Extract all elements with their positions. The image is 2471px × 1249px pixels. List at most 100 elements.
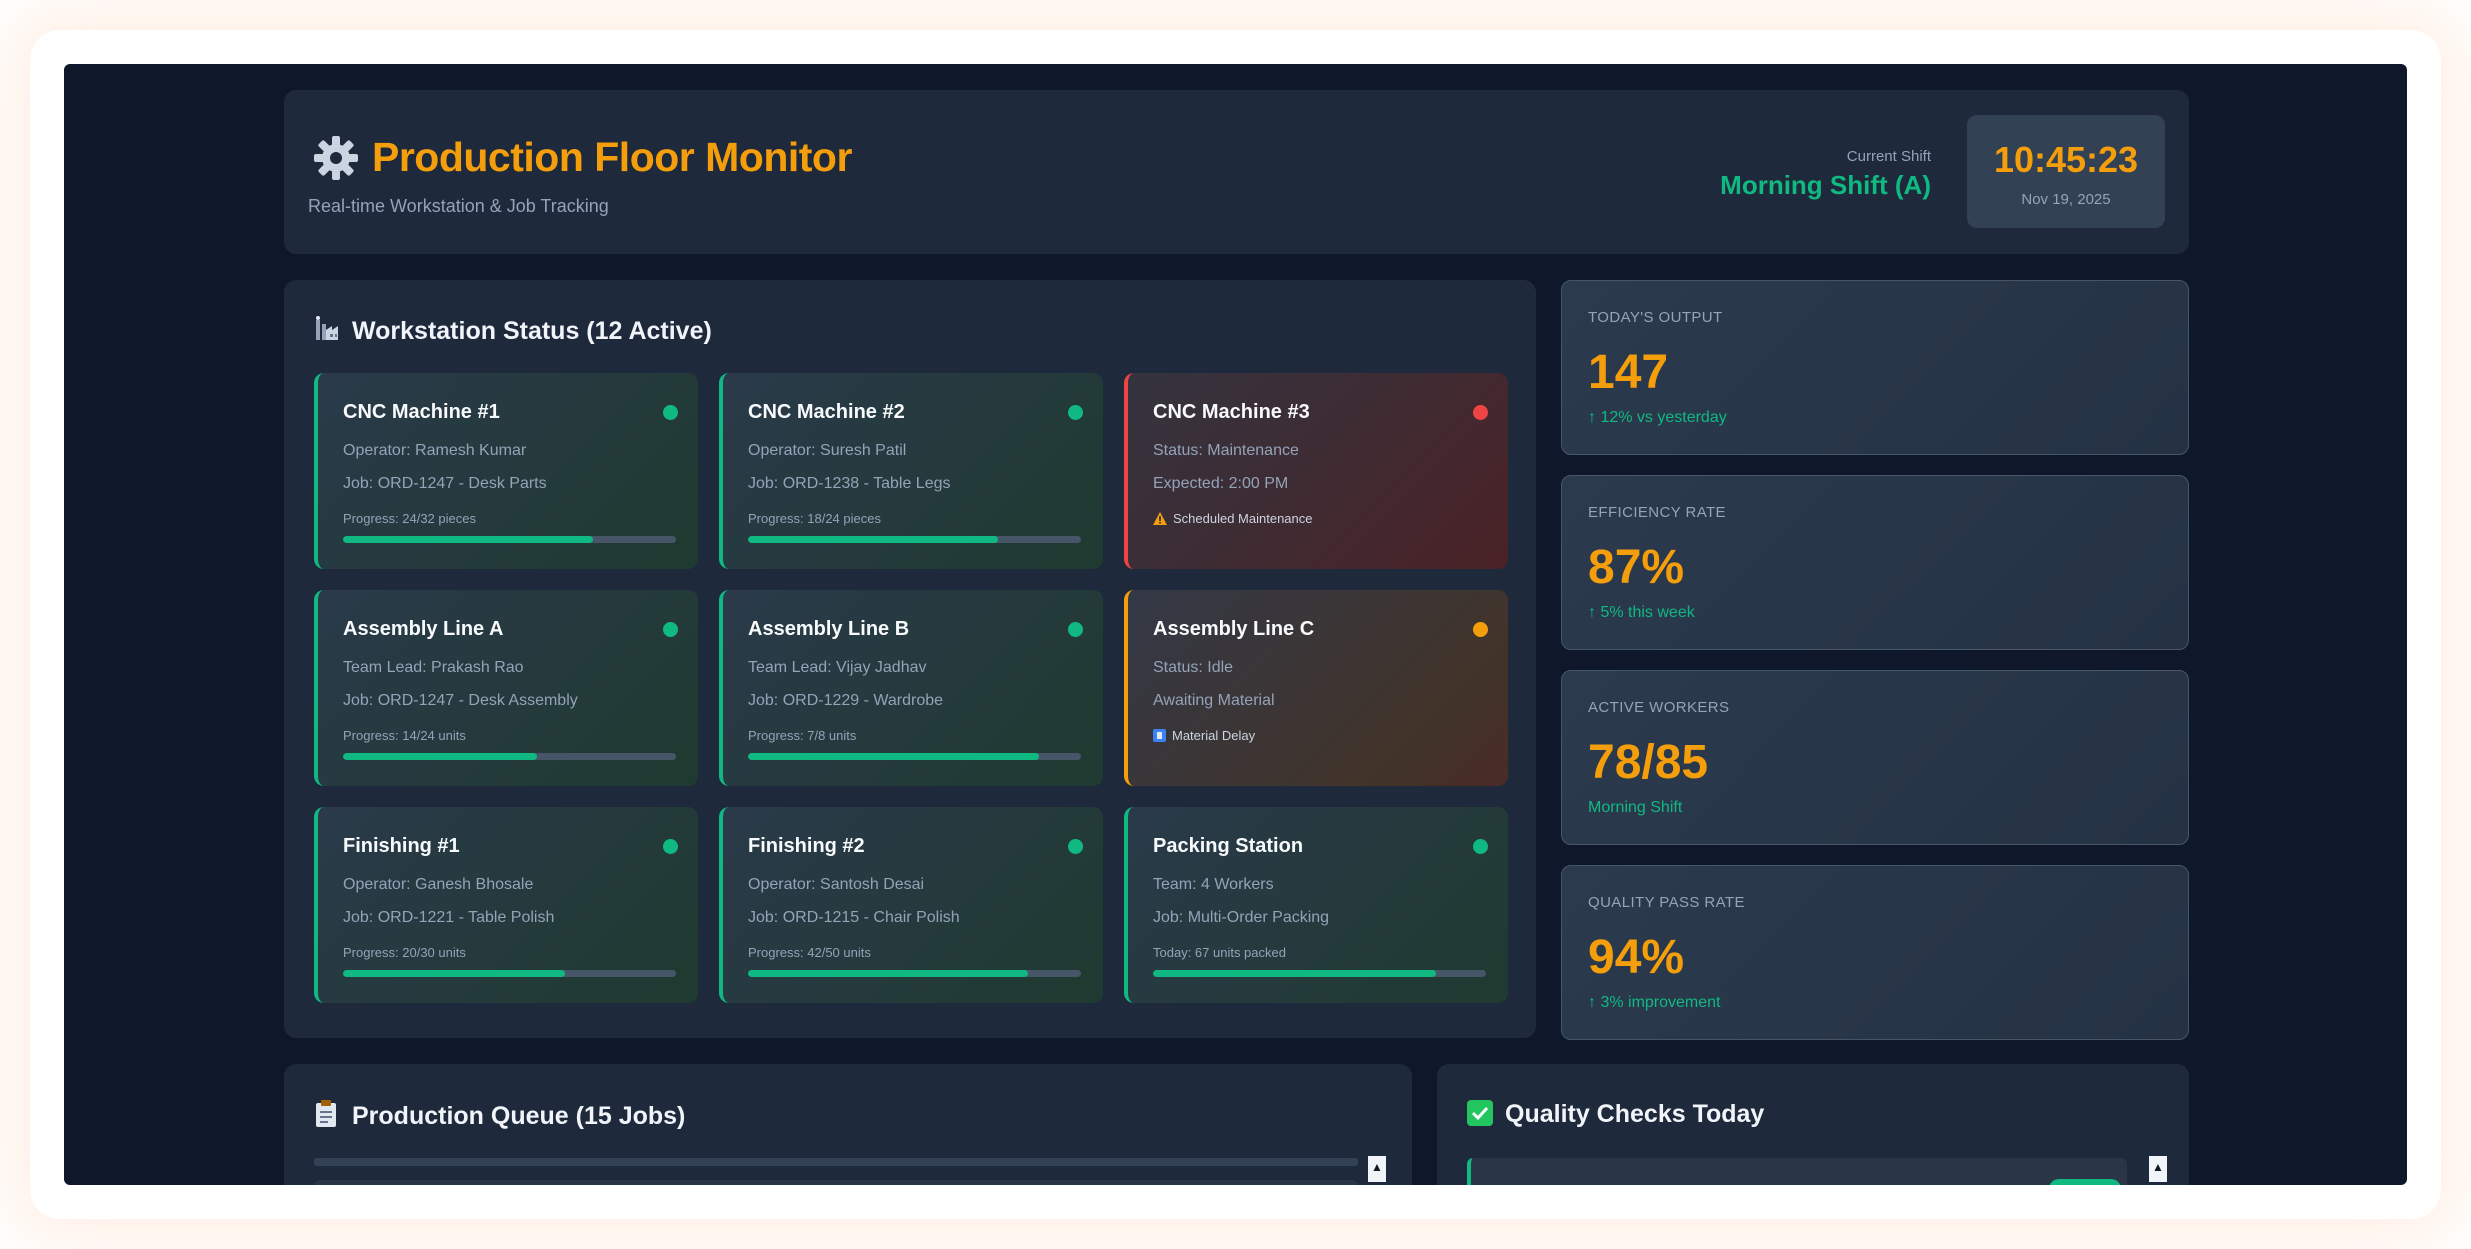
queue-scroll-up[interactable]: ▲ bbox=[1368, 1156, 1386, 1182]
workstation-job: Job: ORD-1247 - Desk Parts bbox=[343, 475, 547, 492]
workstation-panel: Workstation Status (12 Active) CNC Machi… bbox=[284, 280, 1536, 1038]
stat-value: 147 bbox=[1588, 346, 1669, 399]
status-indicator bbox=[1068, 839, 1083, 854]
progress-label: Progress: 18/24 pieces bbox=[748, 511, 881, 526]
progress-label: Progress: 20/30 units bbox=[343, 945, 466, 960]
status-indicator bbox=[663, 622, 678, 637]
progress-bar bbox=[748, 536, 1081, 543]
progress-bar bbox=[343, 536, 676, 543]
progress-bar bbox=[1153, 970, 1486, 977]
stat-card: ACTIVE WORKERS 78/85 Morning Shift bbox=[1561, 670, 2189, 845]
status-indicator bbox=[1068, 405, 1083, 420]
gear-icon bbox=[314, 136, 358, 180]
shift-name: Morning Shift (A) bbox=[1720, 170, 1931, 200]
quality-checks-panel: Quality Checks Today ▲ bbox=[1437, 1064, 2189, 1185]
status-indicator bbox=[663, 405, 678, 420]
quality-check-item[interactable] bbox=[1467, 1158, 2127, 1185]
shift-label: Current Shift bbox=[1846, 148, 1931, 165]
workstation-alert-text: Material Delay bbox=[1172, 728, 1256, 743]
workstation-alert-text: Scheduled Maintenance bbox=[1173, 511, 1313, 526]
quality-checks-title-text: Quality Checks Today bbox=[1505, 1100, 1765, 1128]
progress-bar bbox=[343, 970, 676, 977]
workstation-alert: Material Delay bbox=[1153, 728, 1255, 743]
header: Production Floor Monitor Real-time Works… bbox=[284, 90, 2189, 254]
quality-checks-title: Quality Checks Today bbox=[1467, 1100, 1764, 1129]
progress-label: Progress: 14/24 units bbox=[343, 728, 466, 743]
progress-fill bbox=[748, 536, 998, 543]
stat-label: ACTIVE WORKERS bbox=[1588, 699, 1730, 716]
stat-value: 94% bbox=[1588, 931, 1685, 984]
workstation-card[interactable]: Assembly Line A Team Lead: Prakash Rao Job… bbox=[314, 590, 698, 786]
stat-trend: ↑ 5% this week bbox=[1588, 604, 1695, 621]
workstation-job: Job: ORD-1215 - Chair Polish bbox=[748, 909, 960, 926]
workstation-card[interactable]: Assembly Line B Team Lead: Vijay Jadhav Jo… bbox=[719, 590, 1103, 786]
clipboard-icon bbox=[314, 1100, 346, 1131]
progress-fill bbox=[1153, 970, 1437, 977]
workstation-job: Job: ORD-1238 - Table Legs bbox=[748, 475, 951, 492]
progress-bar bbox=[343, 753, 676, 760]
stat-trend: ↑ 3% improvement bbox=[1588, 994, 1721, 1011]
workstation-name: Finishing #1 bbox=[343, 835, 460, 857]
progress-fill bbox=[343, 970, 566, 977]
queue-row[interactable] bbox=[314, 1180, 1358, 1185]
app-frame: Production Floor Monitor Real-time Works… bbox=[64, 64, 2407, 1185]
workstation-card[interactable]: Finishing #1 Operator: Ganesh Bhosale Job:… bbox=[314, 807, 698, 1003]
workstation-detail: Team Lead: Prakash Rao bbox=[343, 659, 524, 676]
queue-header-row bbox=[314, 1158, 1358, 1166]
status-indicator bbox=[1068, 622, 1083, 637]
stat-label: EFFICIENCY RATE bbox=[1588, 504, 1726, 521]
stat-card: EFFICIENCY RATE 87% ↑ 5% this week bbox=[1561, 475, 2189, 650]
workstation-alert: Scheduled Maintenance bbox=[1153, 511, 1313, 526]
workstation-job: Job: ORD-1247 - Desk Assembly bbox=[343, 692, 578, 709]
quality-scroll-up[interactable]: ▲ bbox=[2149, 1156, 2167, 1182]
workstation-detail: Status: Idle bbox=[1153, 659, 1234, 676]
box-icon bbox=[1153, 728, 1166, 743]
progress-label: Progress: 42/50 units bbox=[748, 945, 871, 960]
factory-icon bbox=[314, 316, 346, 346]
workstation-name: Assembly Line C bbox=[1153, 618, 1315, 640]
page-subtitle: Real-time Workstation & Job Tracking bbox=[308, 196, 609, 216]
checkbox-icon bbox=[1467, 1100, 1499, 1129]
progress-fill bbox=[343, 753, 538, 760]
progress-fill bbox=[748, 970, 1028, 977]
workstation-name: Assembly Line B bbox=[748, 618, 910, 640]
workstation-job: Awaiting Material bbox=[1153, 692, 1275, 709]
clock-time: 10:45:23 bbox=[1993, 139, 2139, 180]
workstation-card[interactable]: CNC Machine #2 Operator: Suresh Patil Job:… bbox=[719, 373, 1103, 569]
workstation-title-text: Workstation Status (12 Active) bbox=[352, 317, 712, 345]
status-indicator bbox=[1473, 839, 1488, 854]
page-title: Production Floor Monitor bbox=[372, 134, 852, 180]
progress-label: Progress: 7/8 units bbox=[748, 728, 857, 743]
workstation-detail: Operator: Ganesh Bhosale bbox=[343, 876, 534, 893]
production-queue-title-text: Production Queue (15 Jobs) bbox=[352, 1102, 686, 1130]
status-indicator bbox=[1473, 622, 1488, 637]
stat-value: 87% bbox=[1588, 541, 1685, 594]
workstation-job: Job: ORD-1221 - Table Polish bbox=[343, 909, 555, 926]
status-indicator bbox=[1473, 405, 1488, 420]
workstation-name: Assembly Line A bbox=[343, 618, 504, 640]
workstation-job: Job: Multi-Order Packing bbox=[1153, 909, 1330, 926]
workstation-job: Expected: 2:00 PM bbox=[1153, 475, 1289, 492]
workstation-panel-title: Workstation Status (12 Active) bbox=[314, 316, 712, 346]
status-indicator bbox=[663, 839, 678, 854]
workstation-card[interactable]: Finishing #2 Operator: Santosh Desai Job: … bbox=[719, 807, 1103, 1003]
progress-fill bbox=[343, 536, 593, 543]
workstation-card[interactable]: Assembly Line C Status: Idle Awaiting Mate… bbox=[1124, 590, 1508, 786]
workstation-detail: Team: 4 Workers bbox=[1153, 876, 1274, 893]
stat-trend: ↑ 12% vs yesterday bbox=[1588, 409, 1727, 426]
stat-label: QUALITY PASS RATE bbox=[1588, 894, 1745, 911]
workstation-job: Job: ORD-1229 - Wardrobe bbox=[748, 692, 944, 709]
progress-bar bbox=[748, 753, 1081, 760]
workstation-card[interactable]: Packing Station Team: 4 Workers Job: Multi… bbox=[1124, 807, 1508, 1003]
workstation-card[interactable]: CNC Machine #3 Status: Maintenance Expecte… bbox=[1124, 373, 1508, 569]
workstation-name: CNC Machine #2 bbox=[748, 401, 905, 423]
production-queue-title: Production Queue (15 Jobs) bbox=[314, 1100, 685, 1131]
workstation-detail: Status: Maintenance bbox=[1153, 442, 1299, 459]
workstation-card[interactable]: CNC Machine #1 Operator: Ramesh Kumar Job:… bbox=[314, 373, 698, 569]
workstation-name: Finishing #2 bbox=[748, 835, 865, 857]
progress-label: Progress: 24/32 pieces bbox=[343, 511, 476, 526]
workstation-detail: Operator: Santosh Desai bbox=[748, 876, 925, 893]
workstation-name: Packing Station bbox=[1153, 835, 1304, 857]
progress-label: Today: 67 units packed bbox=[1153, 945, 1286, 960]
workstation-name: CNC Machine #3 bbox=[1153, 401, 1310, 423]
